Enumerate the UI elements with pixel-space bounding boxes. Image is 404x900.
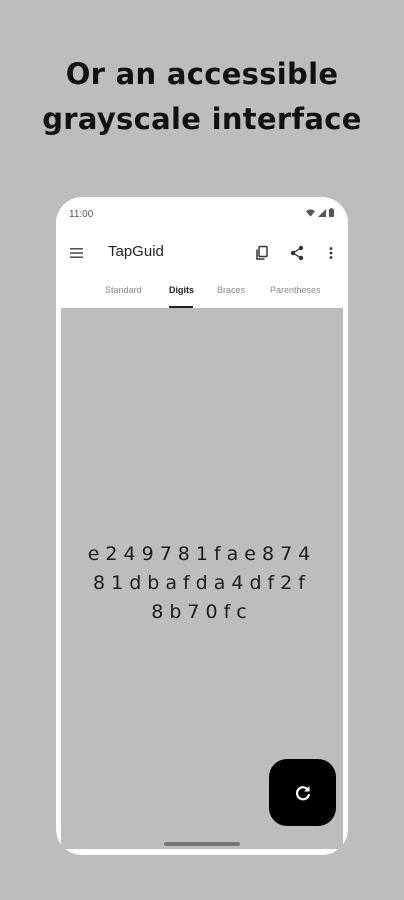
share-icon [290,245,304,261]
headline-line-1: Or an accessible [65,57,339,91]
tab-bar: Standard Digits Braces Parentheses [56,277,348,307]
refresh-icon [295,785,310,800]
promo-headline: Or an accessible grayscale interface [0,52,404,142]
guid-line-3: 8b70fc [151,601,253,623]
more-options-button[interactable] [321,243,341,263]
app-title: TapGuid [108,243,164,260]
status-bar: 11:00 [56,197,348,231]
menu-icon[interactable] [68,244,86,262]
home-indicator[interactable] [164,842,240,846]
guid-line-1: e249781faе874 [87,543,317,565]
tab-braces[interactable]: Braces [217,285,245,295]
wifi-icon [306,208,315,217]
headline-line-2: grayscale interface [42,102,362,136]
status-time: 11:00 [69,209,94,220]
battery-icon [329,208,334,217]
share-button[interactable] [287,243,307,263]
copy-button[interactable] [252,243,272,263]
refresh-fab[interactable] [269,759,336,826]
tab-standard[interactable]: Standard [105,285,142,295]
status-icons [306,208,334,217]
tab-parentheses[interactable]: Parentheses [270,285,321,295]
copy-icon [256,245,268,260]
tab-digits[interactable]: Digits [169,285,194,295]
guid-line-2: 81dbafda4df2f [93,572,311,594]
phone-frame: 11:00 TapGuid Standard Digits Braces Par… [56,197,348,855]
more-vert-icon [329,247,333,259]
signal-icon [318,208,326,217]
app-bar: TapGuid [56,231,348,275]
guid-text[interactable]: e249781faе874 81dbafda4df2f 8b70fc [61,540,343,627]
